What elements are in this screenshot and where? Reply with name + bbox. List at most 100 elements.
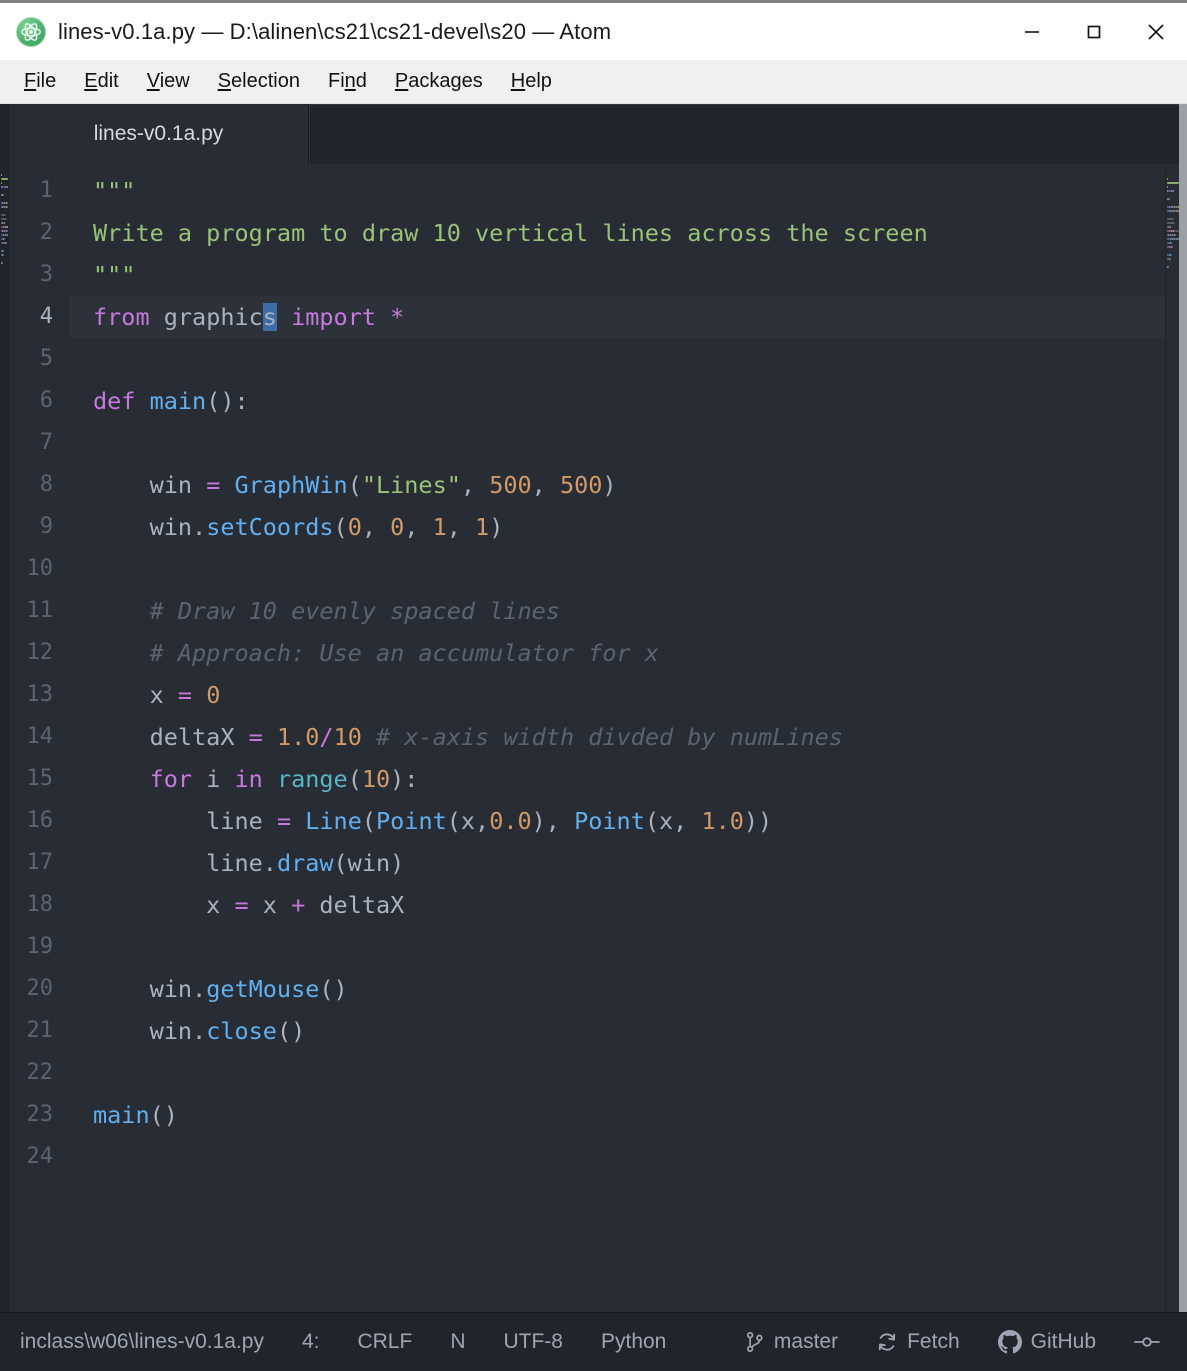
code-line[interactable]: """: [69, 170, 1165, 212]
code-token: 500: [559, 471, 603, 499]
code-token: 500: [489, 471, 532, 499]
code-token: 10: [333, 723, 362, 751]
minimap-line: [1178, 206, 1179, 208]
menu-edit[interactable]: Edit: [70, 66, 132, 97]
status-github[interactable]: GitHub: [979, 1330, 1115, 1354]
minimize-button[interactable]: [1001, 3, 1063, 60]
code-token: # Approach: Use an accumulator for x: [93, 639, 659, 667]
code-token: line: [93, 807, 277, 835]
menu-packages[interactable]: Packages: [381, 66, 497, 97]
code-token: (x,: [644, 807, 702, 835]
code-token: ),: [531, 807, 575, 835]
tab-label: lines-v0.1a.py: [93, 122, 224, 145]
tab-bar: lines-v0.1a.py: [9, 104, 1179, 164]
code-token: ): [602, 471, 617, 499]
code-token: """: [93, 261, 136, 289]
status-fetch[interactable]: Fetch: [857, 1330, 979, 1354]
code-line[interactable]: [69, 926, 1165, 968]
code-token: (: [347, 471, 362, 499]
minimap-line: [4, 238, 5, 240]
code-token: 1: [475, 513, 490, 541]
code-token: +: [291, 891, 306, 919]
code-line[interactable]: deltaX = 1.0/10 # x-axis width divded by…: [69, 716, 1165, 758]
code-line[interactable]: # Draw 10 evenly spaced lines: [69, 590, 1165, 632]
code-line[interactable]: [69, 1052, 1165, 1094]
code-line[interactable]: Write a program to draw 10 vertical line…: [69, 212, 1165, 254]
status-encoding[interactable]: UTF-8: [484, 1330, 582, 1354]
tab-lines-v01a-py[interactable]: lines-v0.1a.py: [9, 104, 309, 164]
code-content[interactable]: """ Write a program to draw 10 vertical l…: [69, 164, 1165, 1312]
code-line[interactable]: from graphics import *: [69, 296, 1165, 338]
minimap-line: [1167, 178, 1168, 180]
code-token: (win): [333, 849, 405, 877]
status-file-path[interactable]: inclass\w06\lines-v0.1a.py: [20, 1330, 283, 1354]
status-encoding-label: UTF-8: [503, 1330, 563, 1353]
code-line[interactable]: """: [69, 254, 1165, 296]
minimap-line: [1170, 226, 1171, 228]
close-button[interactable]: [1125, 3, 1187, 60]
menu-find[interactable]: Find: [314, 66, 381, 97]
code-token: ): [489, 513, 504, 541]
code-editor[interactable]: 1 2 3 4 5 6 7 8 9 10 11 12 13 14 15 16 17 18 19 20 21 22 23 24 …: [9, 164, 1179, 1312]
line-number: 18: [26, 892, 54, 917]
maximize-button[interactable]: [1063, 3, 1125, 60]
code-line[interactable]: [69, 338, 1165, 380]
window-right-edge: [1179, 104, 1187, 1312]
minimap[interactable]: [1165, 164, 1179, 1312]
code-line[interactable]: [69, 1136, 1165, 1178]
code-token: )): [743, 807, 773, 835]
status-whitespace[interactable]: N: [431, 1330, 484, 1354]
window-controls: [1001, 3, 1187, 60]
status-line-ending[interactable]: CRLF: [338, 1330, 431, 1354]
minimap-line: [1178, 238, 1179, 240]
code-token: deltaX: [93, 723, 249, 751]
menu-view[interactable]: View: [133, 66, 204, 97]
menu-file[interactable]: File: [10, 66, 70, 97]
code-line[interactable]: def main():: [69, 380, 1165, 422]
code-token: draw: [276, 849, 334, 877]
code-line[interactable]: main(): [69, 1094, 1165, 1136]
code-line[interactable]: win.getMouse(): [69, 968, 1165, 1010]
line-number: 21: [26, 1018, 54, 1043]
status-git-branch[interactable]: master: [745, 1330, 857, 1354]
code-token: 10: [361, 765, 391, 793]
code-line[interactable]: [69, 422, 1165, 464]
status-grammar[interactable]: Python: [582, 1330, 685, 1354]
code-line[interactable]: line = Line(Point(x,0.0), Point(x, 1.0)): [69, 800, 1165, 842]
code-line[interactable]: # Approach: Use an accumulator for x: [69, 632, 1165, 674]
code-token: (: [347, 765, 362, 793]
git-branch-label: master: [773, 1330, 839, 1353]
code-line[interactable]: x = x + deltaX: [69, 884, 1165, 926]
code-token: ():: [206, 387, 249, 415]
minimap-line: [6, 242, 7, 244]
code-token: 1.0: [276, 723, 320, 751]
code-line[interactable]: x = 0: [69, 674, 1165, 716]
status-grammar-label: Python: [600, 1330, 667, 1353]
code-token: GraphWin: [234, 471, 348, 499]
status-git-commit[interactable]: [1115, 1332, 1179, 1352]
code-line[interactable]: win.close(): [69, 1010, 1165, 1052]
code-line[interactable]: for i in range(10):: [69, 758, 1165, 800]
status-cursor-position[interactable]: 4:: [283, 1330, 339, 1354]
code-line[interactable]: line.draw(win): [69, 842, 1165, 884]
menu-selection[interactable]: Selection: [204, 66, 314, 97]
left-minimap-strip[interactable]: [0, 104, 9, 1312]
text-cursor: s: [262, 303, 277, 331]
line-number: 3: [39, 262, 53, 287]
code-token: deltaX: [305, 891, 405, 919]
minimap-line: [7, 206, 8, 208]
code-token: win.: [93, 1017, 207, 1045]
line-number: 14: [26, 724, 54, 749]
code-token: ,: [404, 513, 433, 541]
minimap-line: [1167, 186, 1168, 188]
code-line[interactable]: win = GraphWin("Lines", 500, 500): [69, 464, 1165, 506]
window-title: lines-v0.1a.py — D:\alinen\cs21\cs21-dev…: [58, 18, 612, 44]
line-number: 19: [26, 934, 54, 959]
code-token: 0.0: [489, 807, 532, 835]
code-line[interactable]: win.setCoords(0, 0, 1, 1): [69, 506, 1165, 548]
menu-help[interactable]: Help: [497, 66, 566, 97]
minimap-line: [1171, 242, 1172, 244]
code-line[interactable]: [69, 548, 1165, 590]
